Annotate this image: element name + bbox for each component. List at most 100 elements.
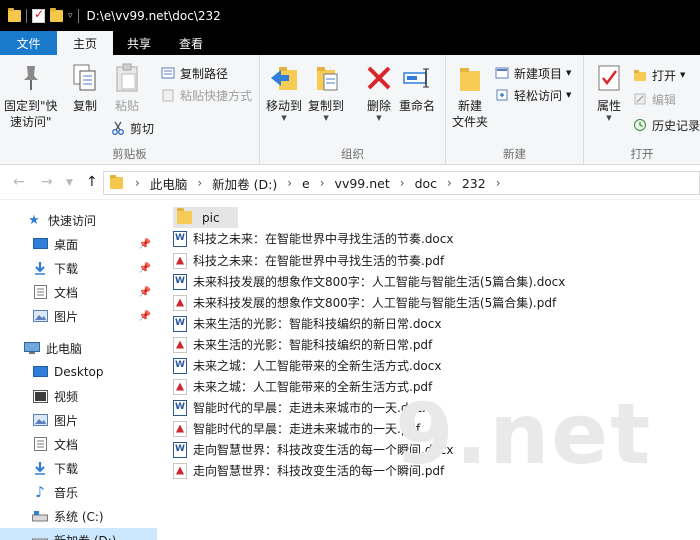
back-icon[interactable]: ← bbox=[13, 174, 25, 190]
nav-drive-d[interactable]: 新加卷 (D:) bbox=[0, 528, 157, 540]
new-group: 新建 文件夹 新建项目 ▼ 轻松访问 ▼ 新建 bbox=[446, 55, 584, 165]
new-folder-button[interactable]: 新建 文件夹 bbox=[452, 61, 488, 130]
chevron-right-icon[interactable]: › bbox=[287, 176, 292, 190]
nav-downloads[interactable]: 下载 📌 bbox=[0, 256, 157, 280]
easy-access-icon bbox=[494, 87, 510, 103]
pin-icon[interactable]: 📌 bbox=[139, 239, 151, 250]
pin-to-quick-access-button[interactable]: 固定到"快 速访问" bbox=[4, 61, 58, 130]
documents-icon bbox=[32, 285, 48, 299]
delete-button[interactable]: 删除 ▼ bbox=[363, 61, 395, 122]
list-item[interactable]: 走向智慧世界：科技改变生活的每一个瞬间.docx bbox=[173, 439, 453, 460]
desktop-icon bbox=[32, 237, 48, 251]
copy-path-button[interactable]: 复制路径 bbox=[160, 63, 228, 83]
nav-this-pc[interactable]: 此电脑 bbox=[0, 336, 157, 360]
new-item-button[interactable]: 新建项目 ▼ bbox=[494, 63, 571, 83]
chevron-right-icon[interactable]: › bbox=[496, 176, 501, 190]
nav-drive-c[interactable]: 系统 (C:) bbox=[0, 504, 157, 528]
list-item[interactable]: 未来生活的光影：智能科技编织的新日常.docx bbox=[173, 313, 441, 334]
breadcrumb-drive-d[interactable]: 新加卷 (D:) bbox=[212, 174, 277, 193]
properties-icon bbox=[593, 61, 625, 95]
word-document-icon bbox=[173, 273, 187, 290]
breadcrumb-doc[interactable]: doc bbox=[415, 176, 437, 191]
copy-button[interactable]: 复制 bbox=[69, 61, 101, 114]
list-item[interactable]: 智能时代的早晨：走进未来城市的一天.pdf bbox=[173, 418, 420, 439]
new-folder-icon bbox=[454, 61, 486, 95]
edit-button[interactable]: 编辑 bbox=[632, 89, 676, 109]
open-button[interactable]: 打开 ▼ bbox=[632, 65, 685, 85]
drive-c-icon bbox=[32, 509, 48, 523]
list-item[interactable]: 科技之未来：在智能世界中寻找生活的节奏.docx bbox=[173, 228, 453, 249]
window-title: D:\e\vv99.net\doc\232 bbox=[86, 8, 221, 23]
word-document-icon bbox=[173, 315, 187, 332]
up-icon[interactable]: ↑ bbox=[86, 174, 98, 190]
copy-icon bbox=[69, 61, 101, 95]
nav-pc-pictures[interactable]: 图片 bbox=[0, 408, 157, 432]
rename-icon bbox=[401, 61, 433, 95]
breadcrumb-this-pc[interactable]: 此电脑 bbox=[150, 174, 188, 193]
list-item-folder-pic[interactable]: pic bbox=[173, 207, 238, 228]
paste-button[interactable]: 粘贴 bbox=[111, 61, 143, 114]
history-button[interactable]: 历史记录 bbox=[632, 115, 700, 135]
nav-pc-desktop[interactable]: Desktop bbox=[0, 360, 157, 384]
move-to-button[interactable]: 移动到 ▼ bbox=[266, 61, 302, 122]
easy-access-button[interactable]: 轻松访问 ▼ bbox=[494, 85, 571, 105]
folder-icon bbox=[177, 208, 192, 224]
chevron-down-icon[interactable]: ▿ bbox=[68, 11, 73, 21]
chevron-right-icon[interactable]: › bbox=[400, 176, 405, 190]
chevron-down-icon: ▼ bbox=[323, 114, 329, 122]
pdf-icon bbox=[173, 462, 187, 479]
paste-shortcut-button[interactable]: 粘贴快捷方式 bbox=[160, 85, 252, 105]
new-folder-quick-icon[interactable] bbox=[50, 7, 63, 22]
properties-button[interactable]: 属性 ▼ bbox=[593, 61, 625, 122]
nav-documents[interactable]: 文档 📌 bbox=[0, 280, 157, 304]
pdf-icon bbox=[173, 420, 187, 437]
recent-locations-chevron-icon[interactable]: ▼ bbox=[66, 178, 73, 188]
properties-quick-icon[interactable] bbox=[32, 7, 45, 23]
organize-group-label: 组织 bbox=[341, 147, 364, 161]
list-item[interactable]: 走向智慧世界：科技改变生活的每一个瞬间.pdf bbox=[173, 460, 444, 481]
nav-pictures[interactable]: 图片 📌 bbox=[0, 304, 157, 328]
list-item[interactable]: 未来科技发展的想象作文800字：人工智能与智能生活(5篇合集).docx bbox=[173, 271, 565, 292]
nav-pc-music[interactable]: ♪ 音乐 bbox=[0, 480, 157, 504]
tab-file[interactable]: 文件 bbox=[0, 31, 57, 55]
cut-button[interactable]: 剪切 bbox=[110, 118, 154, 138]
nav-quick-access[interactable]: ★ 快速访问 bbox=[0, 208, 157, 232]
pin-icon[interactable]: 📌 bbox=[139, 263, 151, 274]
nav-desktop[interactable]: 桌面 📌 bbox=[0, 232, 157, 256]
download-icon bbox=[32, 261, 48, 275]
address-bar[interactable]: › 此电脑 › 新加卷 (D:) › e › vv99.net › doc › … bbox=[103, 171, 700, 195]
chevron-right-icon[interactable]: › bbox=[447, 176, 452, 190]
breadcrumb-e[interactable]: e bbox=[302, 176, 310, 191]
nav-pc-downloads[interactable]: 下载 bbox=[0, 456, 157, 480]
nav-pc-documents[interactable]: 文档 bbox=[0, 432, 157, 456]
clipboard-group-label: 剪贴板 bbox=[112, 147, 147, 161]
chevron-right-icon[interactable]: › bbox=[197, 176, 202, 190]
tab-view[interactable]: 查看 bbox=[165, 31, 217, 55]
rename-button[interactable]: 重命名 bbox=[399, 61, 435, 114]
list-item[interactable]: 智能时代的早晨：走进未来城市的一天.docx bbox=[173, 397, 429, 418]
paste-icon bbox=[111, 61, 143, 95]
navigation-pane: ★ 快速访问 桌面 📌 下载 📌 文档 📌 图片 📌 此电脑 Desktop 视… bbox=[0, 200, 157, 540]
pictures-icon bbox=[32, 309, 48, 323]
list-item[interactable]: 未来科技发展的想象作文800字：人工智能与智能生活(5篇合集).pdf bbox=[173, 292, 556, 313]
chevron-down-icon: ▼ bbox=[281, 114, 287, 122]
breadcrumb-232[interactable]: 232 bbox=[462, 176, 486, 191]
documents-icon bbox=[32, 437, 48, 451]
pin-icon[interactable]: 📌 bbox=[139, 287, 151, 298]
breadcrumb-vv99[interactable]: vv99.net bbox=[335, 176, 390, 191]
tab-home[interactable]: 主页 bbox=[57, 31, 113, 55]
list-item[interactable]: 未来之城：人工智能带来的全新生活方式.docx bbox=[173, 355, 441, 376]
chevron-right-icon[interactable]: › bbox=[135, 176, 140, 190]
chevron-right-icon[interactable]: › bbox=[320, 176, 325, 190]
nav-pc-videos[interactable]: 视频 bbox=[0, 384, 157, 408]
new-group-label: 新建 bbox=[503, 147, 526, 161]
list-item[interactable]: 未来之城：人工智能带来的全新生活方式.pdf bbox=[173, 376, 432, 397]
forward-icon[interactable]: → bbox=[41, 174, 53, 190]
list-item[interactable]: 未来生活的光影：智能科技编织的新日常.pdf bbox=[173, 334, 432, 355]
copy-to-button[interactable]: 复制到 ▼ bbox=[308, 61, 344, 122]
title-bar: ▿ D:\e\vv99.net\doc\232 bbox=[0, 0, 700, 31]
list-item[interactable]: 科技之未来：在智能世界中寻找生活的节奏.pdf bbox=[173, 250, 444, 271]
pin-icon[interactable]: 📌 bbox=[139, 311, 151, 322]
pin-icon bbox=[15, 61, 47, 95]
tab-share[interactable]: 共享 bbox=[113, 31, 165, 55]
